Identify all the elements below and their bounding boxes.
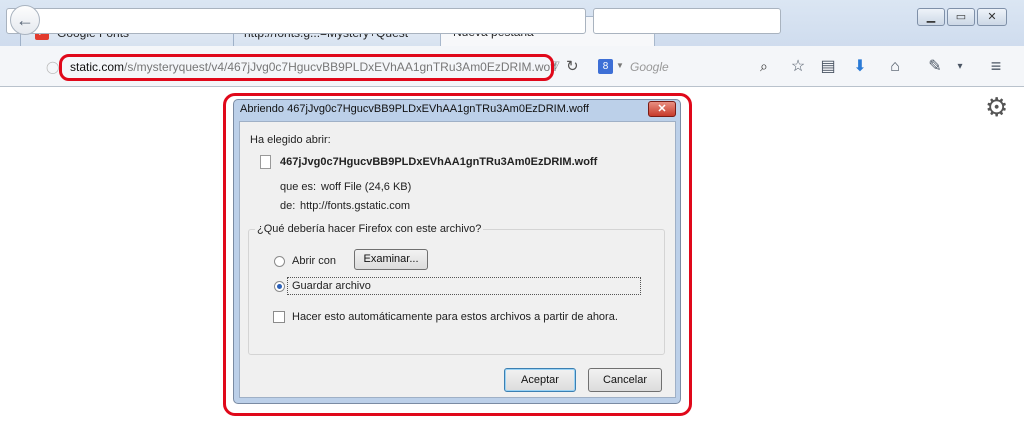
- menu-icon[interactable]: ≡: [986, 56, 1006, 76]
- tools-dropdown-icon[interactable]: ▾: [950, 57, 970, 77]
- minimize-button[interactable]: ▁: [917, 8, 945, 26]
- back-arrow-icon: ←: [16, 10, 34, 30]
- downloads-icon[interactable]: ⬇: [850, 57, 870, 77]
- url-bar[interactable]: [6, 8, 586, 34]
- search-icon[interactable]: ⌕: [760, 58, 768, 75]
- maximize-button[interactable]: ▭: [947, 8, 975, 26]
- home-icon[interactable]: ⌂: [885, 57, 905, 77]
- search-placeholder: Google: [630, 60, 669, 74]
- bookmarks-list-icon[interactable]: ▤: [818, 57, 838, 77]
- settings-gear-icon[interactable]: ⚙: [985, 94, 1008, 120]
- search-bar[interactable]: [593, 8, 781, 34]
- dialog-highlight: [223, 93, 692, 416]
- reload-icon[interactable]: ↻: [566, 57, 579, 75]
- site-identity-icon[interactable]: ◯: [46, 60, 60, 74]
- back-button[interactable]: ←: [10, 5, 40, 35]
- search-engine-dropdown-icon[interactable]: ▼: [616, 61, 624, 70]
- google-search-icon[interactable]: 8: [598, 59, 613, 74]
- url-highlight: [59, 54, 554, 81]
- close-window-button[interactable]: ✕: [977, 8, 1007, 26]
- developer-tools-icon[interactable]: ✎: [925, 57, 945, 77]
- bookmark-star-icon[interactable]: ☆: [788, 57, 808, 77]
